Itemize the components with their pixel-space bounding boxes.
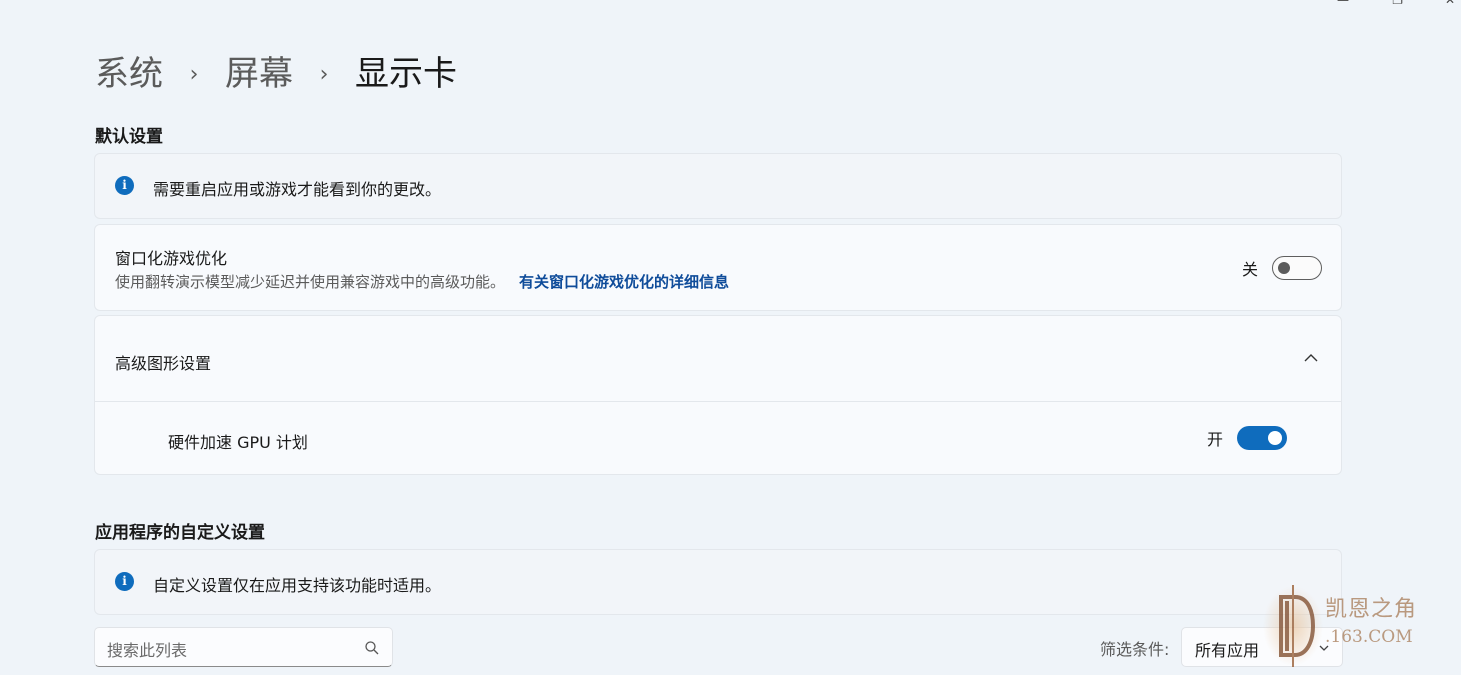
toggle-knob (1278, 262, 1290, 274)
windowed-opt-state-label: 关 (1241, 260, 1258, 279)
close-icon[interactable]: ✕ (1445, 0, 1455, 6)
filter-selected-value: 所有应用 (1195, 641, 1260, 660)
minimize-icon[interactable]: — (1337, 0, 1349, 6)
hags-state-label: 开 (1206, 430, 1223, 449)
windowed-opt-toggle[interactable] (1272, 256, 1322, 280)
window-caption-buttons: — ❐ ✕ (1321, 0, 1461, 6)
divider (95, 401, 1341, 402)
search-icon (365, 641, 379, 655)
watermark-emblem-icon (1263, 585, 1323, 667)
watermark-text-2: .163.COM (1325, 627, 1413, 647)
windowed-opt-description-text: 使用翻转演示模型减少延迟并使用兼容游戏中的高级功能。 (115, 273, 506, 291)
toggle-knob (1268, 431, 1282, 445)
restore-icon[interactable]: ❐ (1392, 0, 1403, 6)
watermark-text-1: 凯恩之角 (1325, 597, 1418, 622)
restart-info-bar: i 需要重启应用或游戏才能看到你的更改。 (94, 153, 1342, 219)
advanced-graphics-card: 高级图形设置 硬件加速 GPU 计划 开 (94, 315, 1342, 475)
settings-page: — ❐ ✕ 系统 › 屏幕 › 显示卡 默认设置 i 需要重启应用或游戏才能看到… (0, 0, 1461, 675)
app-custom-info-bar: i 自定义设置仅在应用支持该功能时适用。 (94, 549, 1342, 615)
section-title-default: 默认设置 (95, 127, 163, 147)
app-custom-info-text: 自定义设置仅在应用支持该功能时适用。 (153, 576, 442, 595)
advanced-graphics-title: 高级图形设置 (115, 354, 212, 373)
breadcrumb-system[interactable]: 系统 (95, 50, 163, 98)
page-title: 显示卡 (355, 54, 457, 94)
breadcrumb-display[interactable]: 屏幕 (225, 50, 293, 98)
breadcrumb: 系统 › 屏幕 › 显示卡 (95, 50, 457, 98)
info-icon: i (115, 176, 134, 195)
hags-toggle-group: 开 (1207, 426, 1287, 450)
hags-title: 硬件加速 GPU 计划 (168, 433, 308, 452)
chevron-up-icon[interactable] (1303, 350, 1319, 366)
breadcrumb-separator-icon: › (189, 61, 199, 87)
windowed-opt-learn-more-link[interactable]: 有关窗口化游戏优化的详细信息 (519, 273, 729, 291)
info-icon: i (115, 572, 134, 591)
hags-toggle[interactable] (1237, 426, 1287, 450)
info-text: 需要重启应用或游戏才能看到你的更改。 (153, 180, 442, 199)
advanced-graphics-header[interactable]: 高级图形设置 (95, 316, 1341, 401)
section-title-app-custom: 应用程序的自定义设置 (95, 523, 265, 543)
breadcrumb-separator-icon: › (319, 61, 329, 87)
watermark-logo: 凯恩之角 .163.COM (1263, 583, 1443, 669)
search-list-input[interactable]: 搜索此列表 (94, 627, 393, 667)
windowed-opt-toggle-group: 关 (1242, 256, 1322, 280)
windowed-opt-title: 窗口化游戏优化 (115, 249, 228, 268)
search-placeholder: 搜索此列表 (107, 641, 188, 660)
windowed-game-optimization-card: 窗口化游戏优化 使用翻转演示模型减少延迟并使用兼容游戏中的高级功能。 有关窗口化游… (94, 224, 1342, 311)
windowed-opt-description: 使用翻转演示模型减少延迟并使用兼容游戏中的高级功能。 有关窗口化游戏优化的详细信息 (115, 271, 729, 292)
filter-label: 筛选条件: (1100, 640, 1170, 659)
